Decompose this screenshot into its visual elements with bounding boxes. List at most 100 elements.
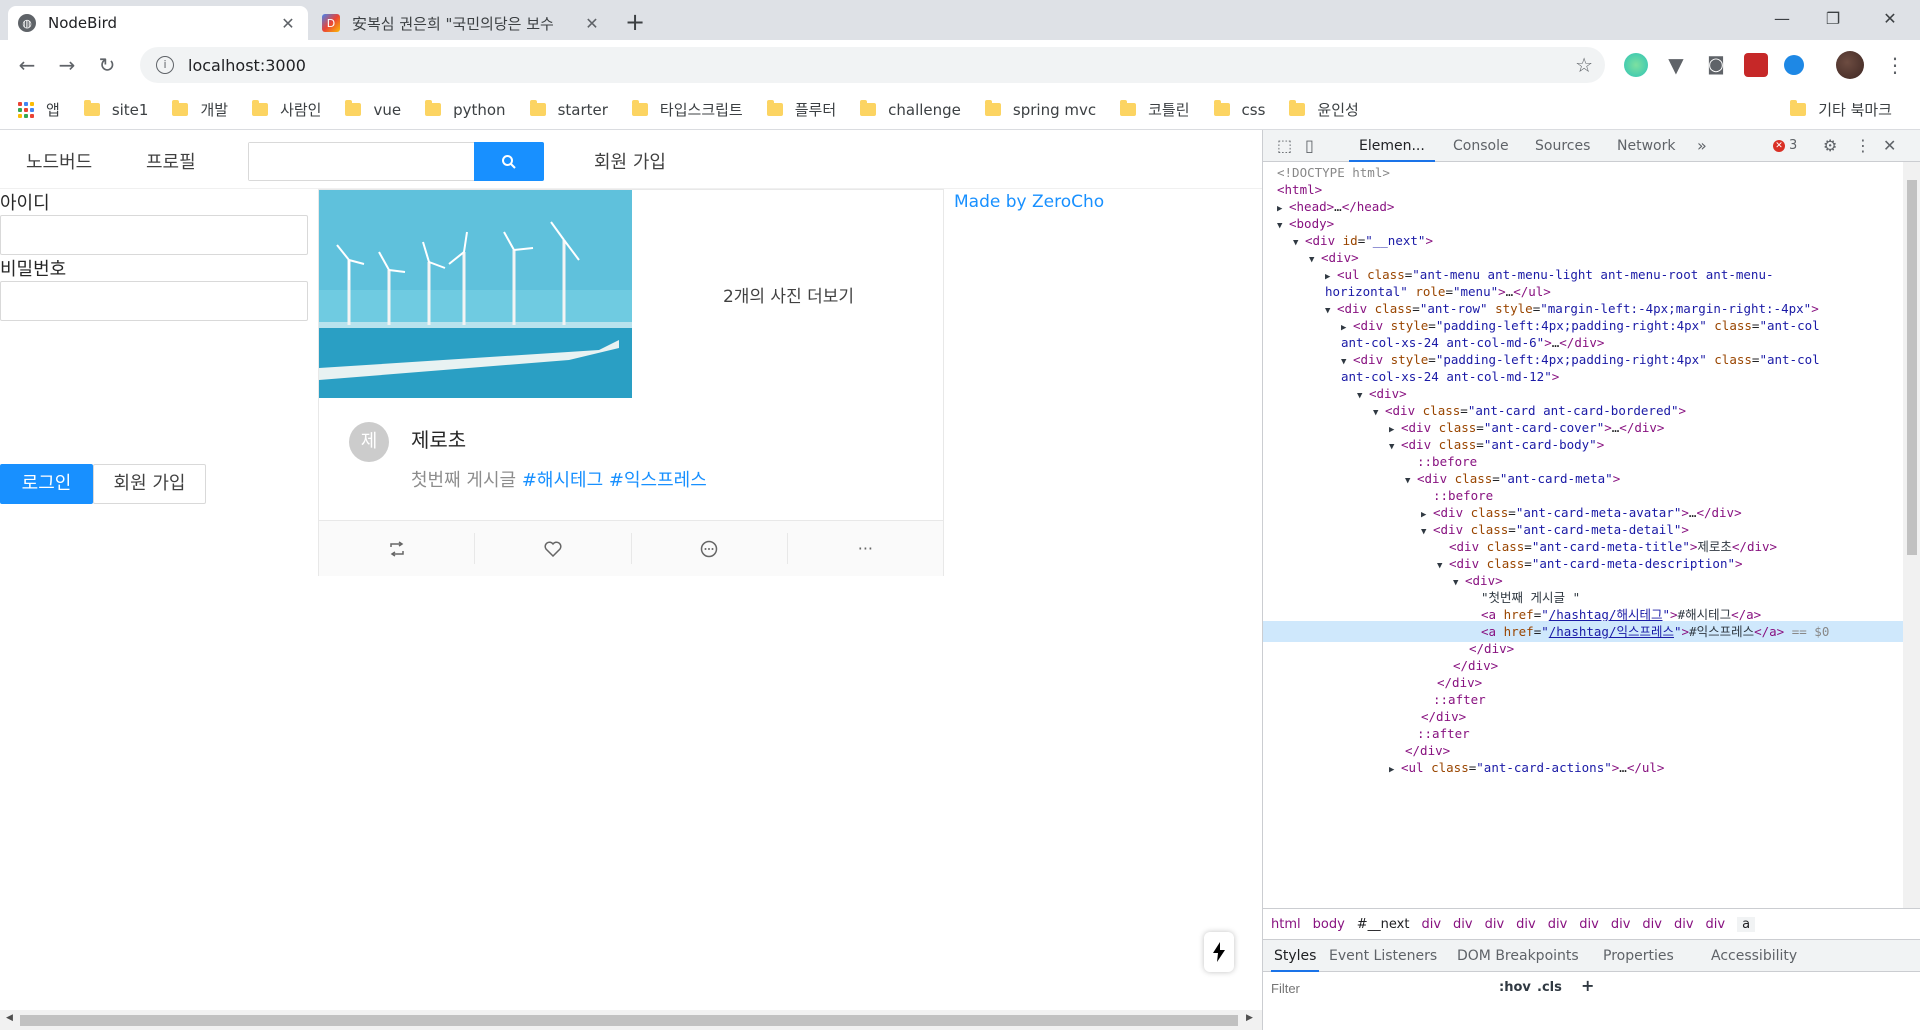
address-bar[interactable]: i localhost:3000 ☆	[140, 47, 1605, 83]
breadcrumb-item[interactable]: div	[1485, 917, 1505, 932]
tab-styles[interactable]: Styles	[1271, 940, 1320, 972]
breadcrumb-item[interactable]: div	[1579, 917, 1599, 932]
camera-icon[interactable]: ◙	[1704, 53, 1728, 77]
error-count-badge[interactable]: ✕ 3	[1773, 138, 1797, 153]
devtools-close-icon[interactable]: ✕	[1883, 136, 1896, 155]
bookmark-folder[interactable]: python	[425, 100, 506, 119]
breadcrumb-item[interactable]: html	[1271, 917, 1301, 932]
browser-menu-icon[interactable]: ⋮	[1880, 50, 1910, 80]
extension-icon-1[interactable]	[1624, 53, 1648, 77]
devtools-menu-icon[interactable]: ⋮	[1855, 136, 1871, 155]
breadcrumb-item[interactable]: div	[1421, 917, 1441, 932]
new-tab-button[interactable]: +	[620, 8, 650, 38]
search-input[interactable]	[249, 143, 474, 180]
retweet-button[interactable]	[319, 533, 476, 564]
other-bookmarks[interactable]: 기타 북마크	[1790, 99, 1892, 120]
hashtag-link[interactable]: #익스프레스	[609, 470, 707, 491]
breadcrumb-item[interactable]: body	[1313, 917, 1345, 932]
forward-button[interactable]: →	[52, 50, 82, 80]
hover-state-toggle[interactable]: :hov	[1499, 980, 1531, 995]
extension-icon-2[interactable]: ▼	[1664, 53, 1688, 77]
next-dev-indicator[interactable]	[1204, 932, 1234, 972]
scroll-thumb[interactable]	[20, 1015, 1238, 1026]
back-button[interactable]: ←	[12, 50, 42, 80]
menu-item-home[interactable]: 노드버드	[26, 148, 92, 174]
more-button[interactable]: ···	[788, 533, 943, 564]
maximize-button[interactable]: ❐	[1805, 0, 1861, 38]
bookmark-folder[interactable]: 개발	[172, 99, 228, 120]
more-photos-button[interactable]: 2개의 사진 더보기	[632, 190, 945, 398]
tab-nodebird[interactable]: ◍ NodeBird ✕	[8, 6, 308, 40]
window-close-button[interactable]: ✕	[1862, 0, 1918, 38]
user-id-input[interactable]	[0, 215, 308, 255]
scroll-thumb[interactable]	[1907, 180, 1917, 555]
dom-line[interactable]: ▶ <ul class="ant-card-actions">…</ul>	[1263, 757, 1903, 781]
tab-event-listeners[interactable]: Event Listeners	[1329, 940, 1437, 972]
search-button[interactable]	[474, 142, 544, 181]
bookmark-apps[interactable]: 앱	[18, 99, 60, 120]
bookmark-folder[interactable]: vue	[345, 100, 401, 119]
settings-gear-icon[interactable]: ⚙	[1823, 136, 1837, 155]
bookmark-folder[interactable]: css	[1213, 100, 1265, 119]
like-button[interactable]	[475, 533, 632, 564]
profile-avatar[interactable]	[1836, 51, 1864, 79]
menu-item-profile[interactable]: 프로필	[146, 148, 196, 174]
tab-properties[interactable]: Properties	[1603, 940, 1674, 972]
breadcrumb-item[interactable]: div	[1516, 917, 1536, 932]
menu-item-signup[interactable]: 회원 가입	[594, 148, 666, 174]
breadcrumb-item-current[interactable]: a	[1737, 916, 1756, 932]
footer-link[interactable]: Made by ZeroCho	[954, 192, 1104, 212]
breadcrumb-item[interactable]: div	[1706, 917, 1726, 932]
bookmark-star-icon[interactable]: ☆	[1575, 53, 1593, 77]
login-button[interactable]: 로그인	[0, 464, 93, 504]
breadcrumb-item[interactable]: div	[1548, 917, 1568, 932]
scroll-left-arrow[interactable]: ◀	[6, 1013, 13, 1023]
bookmark-folder[interactable]: 코틀린	[1120, 99, 1190, 120]
bookmark-folder[interactable]: challenge	[860, 100, 961, 119]
bookmark-folder[interactable]: 타입스크립트	[631, 99, 743, 120]
bookmark-folder[interactable]: site1	[83, 100, 148, 119]
bookmark-folder[interactable]: 플루터	[766, 99, 836, 120]
tab-console[interactable]: Console	[1453, 130, 1509, 162]
breadcrumb-item[interactable]: div	[1611, 917, 1631, 932]
class-toggle[interactable]: .cls	[1537, 980, 1562, 995]
bookmark-folder[interactable]: starter	[529, 100, 608, 119]
post-image[interactable]	[319, 190, 632, 398]
bookmark-folder[interactable]: spring mvc	[984, 100, 1096, 119]
styles-filter-input[interactable]	[1271, 976, 1491, 1000]
extension-icon-3[interactable]	[1744, 53, 1768, 77]
post-author: 제로초	[411, 428, 467, 452]
tab-elements[interactable]: Elemen...	[1349, 130, 1435, 162]
device-toolbar-icon[interactable]: ▯	[1305, 136, 1314, 155]
scroll-right-arrow[interactable]: ▶	[1246, 1013, 1253, 1023]
breadcrumb-item[interactable]: div	[1453, 917, 1473, 932]
info-icon[interactable]: i	[156, 56, 174, 74]
tab-news[interactable]: D 安복심 권은희 "국민의당은 보수 ✕	[312, 6, 612, 40]
horizontal-scrollbar[interactable]: ◀ ▶	[0, 1010, 1262, 1030]
inspect-icon[interactable]: ⬚	[1277, 136, 1292, 155]
apps-icon	[18, 101, 34, 118]
bookmark-folder[interactable]: 윤인성	[1289, 99, 1359, 120]
bookmark-folder[interactable]: 사람인	[252, 99, 321, 120]
close-icon[interactable]: ✕	[278, 14, 298, 33]
breadcrumb-item[interactable]: #__next	[1357, 917, 1410, 932]
comment-button[interactable]	[632, 533, 788, 564]
breadcrumb-item[interactable]: div	[1674, 917, 1694, 932]
tab-accessibility[interactable]: Accessibility	[1711, 940, 1797, 972]
dom-tree[interactable]: <!DOCTYPE html> <html> ▶ <head>…</head> ▼…	[1263, 162, 1903, 908]
tab-dom-breakpoints[interactable]: DOM Breakpoints	[1457, 940, 1579, 972]
folder-icon	[83, 100, 100, 116]
password-input[interactable]	[0, 281, 308, 321]
reload-button[interactable]: ↻	[92, 50, 122, 80]
extension-icon-4[interactable]	[1784, 55, 1804, 75]
close-icon[interactable]: ✕	[582, 14, 602, 33]
signup-button[interactable]: 회원 가입	[93, 464, 206, 504]
breadcrumb-item[interactable]: div	[1642, 917, 1662, 932]
add-rule-icon[interactable]: +	[1581, 976, 1594, 995]
tab-network[interactable]: Network	[1617, 130, 1675, 162]
tab-sources[interactable]: Sources	[1535, 130, 1590, 162]
hashtag-link[interactable]: #해시테그	[522, 470, 603, 491]
more-tabs-icon[interactable]: »	[1697, 136, 1707, 155]
minimize-button[interactable]: —	[1754, 0, 1810, 38]
dom-scrollbar[interactable]	[1903, 162, 1920, 908]
